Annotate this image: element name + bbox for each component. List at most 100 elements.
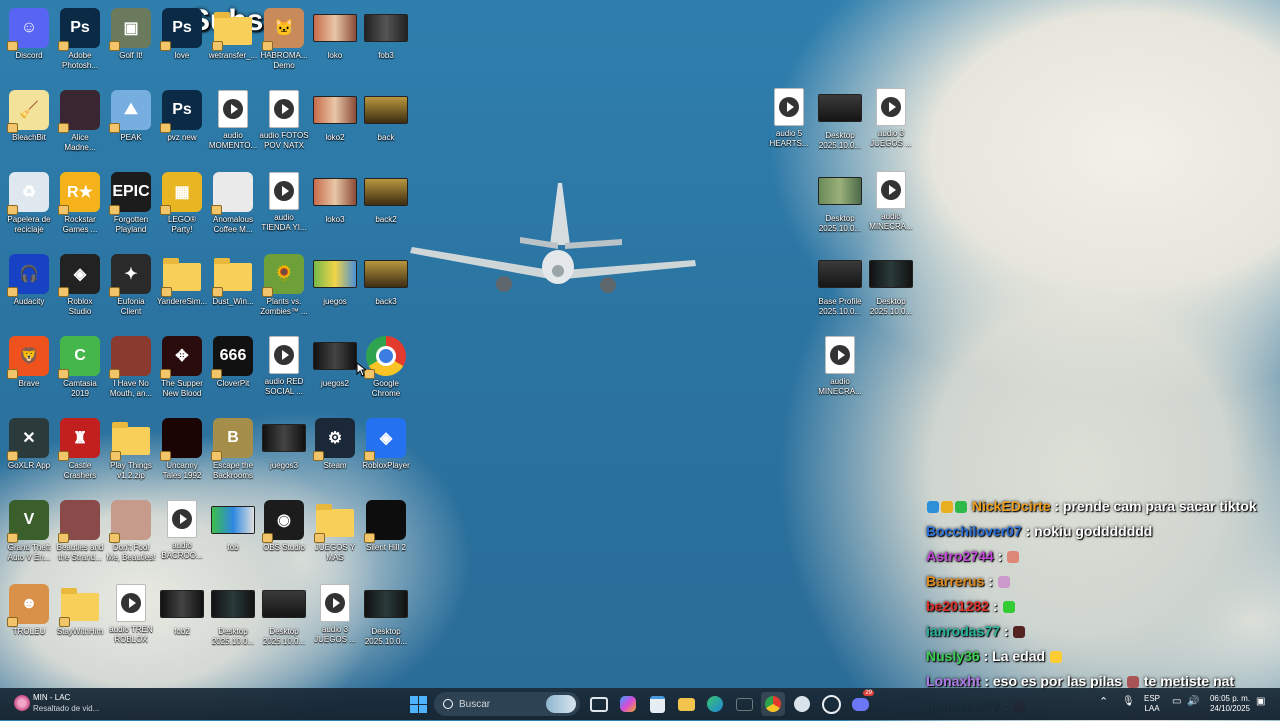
desktop-icon-recycle[interactable]: ♻ Papelera de reciclaje [3, 172, 55, 235]
desktop-icon-anomalous[interactable]: Anomalous Coffee M... [207, 172, 259, 235]
desktop-icon-staywithhim[interactable]: StayWithHim [54, 584, 106, 637]
desktop-icon-back2[interactable]: back2 [360, 172, 412, 225]
desktop-icon-fob[interactable]: fob [207, 500, 259, 553]
desktop-icon-audio_minecra1[interactable]: audio MINECRA... [865, 171, 917, 232]
desktop-icon-escape[interactable]: B Escape the Backrooms [207, 418, 259, 481]
desktop-icon-audio3_b[interactable]: audio 3 JUEGOS ... [865, 88, 917, 149]
desktop-icon-cloverpit[interactable]: 666 CloverPit [207, 336, 259, 389]
desktop-icon-photoshop[interactable]: Ps Adobe Photosh... [54, 8, 106, 71]
copilot-button[interactable] [616, 692, 640, 716]
desktop-icon-loko[interactable]: loko [309, 8, 361, 61]
desktop-icon-playthings[interactable]: Play Things v1.2.zip [105, 418, 157, 481]
desktop-icon-supper[interactable]: ✥ The Supper New Blood [156, 336, 208, 399]
desktop-icon-bleachbit[interactable]: 🧹 BleachBit [3, 90, 55, 143]
desktop-icon-obs[interactable]: ◉ OBS Studio [258, 500, 310, 553]
desktop-icon-fob2[interactable]: fob2 [156, 584, 208, 637]
desktop-icon-loko3[interactable]: loko3 [309, 172, 361, 225]
desktop-icon-fob3[interactable]: fob3 [360, 8, 412, 61]
desktop-icon-audio_bacroo[interactable]: audio BACROO... [156, 500, 208, 561]
edge-button[interactable] [703, 692, 727, 716]
desktop-icon-gta5[interactable]: V Grand Theft Auto V En... [3, 500, 55, 563]
volume-icon[interactable]: 🔊 [1187, 697, 1199, 707]
task-view-icon [590, 696, 608, 712]
desktop-icon-juegos[interactable]: juegos [309, 254, 361, 307]
desktop-icon-desktop_d[interactable]: Desktop 2025.10.0... [814, 171, 866, 234]
desktop-icon-robloxplayer[interactable]: ◈ RobloxPlayer [360, 418, 412, 471]
desktop-icon-chrome[interactable]: Google Chrome [360, 336, 412, 399]
desktop-icon-audio_minecra2[interactable]: audio MINECRA... [814, 336, 866, 397]
chrome-taskbar-button[interactable] [761, 692, 785, 716]
desktop-icon-uncanny[interactable]: Uncanny Tales 1992 [156, 418, 208, 481]
desktop-icon-juegosymas[interactable]: JUEGOS Y MAS [309, 500, 361, 563]
shortcut-arrow-icon [109, 41, 120, 51]
start-button[interactable] [406, 692, 430, 716]
desktop-icon-audio5[interactable]: audio 5 HEARTS... [763, 88, 815, 149]
desktop-icon-alice[interactable]: Alice Madne... [54, 90, 106, 153]
desktop-icon-golf[interactable]: ▣ Golf It! [105, 8, 157, 61]
desktop-icon-audio_tienda[interactable]: audio TIENDA YI... [258, 172, 310, 233]
language-indicator[interactable]: ESP LAA [1140, 694, 1164, 714]
desktop-icon-pvz[interactable]: 🌻 Plants vs. Zombies™ ... [258, 254, 310, 317]
desktop-icon-back[interactable]: back [360, 90, 412, 143]
desktop-icon-wetransfer[interactable]: wetransfer_... [207, 8, 259, 61]
desktop-icon-beauties[interactable]: Beauties and the Strand... [54, 500, 106, 563]
desktop-icon-back3[interactable]: back3 [360, 254, 412, 307]
desktop-icon-yanderesim[interactable]: YandereSim... [156, 254, 208, 307]
desktop-icon-desktop_a2[interactable]: Desktop 2025.10.0... [258, 584, 310, 647]
desktop-icon-castle[interactable]: ♜ Castle Crashers [54, 418, 106, 481]
task-view-button[interactable] [587, 692, 611, 716]
desktop-icon-loko2[interactable]: loko2 [309, 90, 361, 143]
desktop-icon-rockstar[interactable]: R★ Rockstar Games ... [54, 172, 106, 235]
desktop-icon-troleu[interactable]: ☻ TROLEU [3, 584, 55, 637]
desktop-icon-pvznew[interactable]: Ps pvz new [156, 90, 208, 143]
desktop-icon-roblox_studio[interactable]: ◈ Roblox Studio [54, 254, 106, 317]
desktop-icon-silenthill[interactable]: Silent Hill 2 [360, 500, 412, 553]
steam-taskbar-button[interactable] [790, 692, 814, 716]
discord-taskbar-button[interactable]: 29 [848, 690, 874, 716]
desktop-icon-goxlr[interactable]: ✕ GoXLR App [3, 418, 55, 471]
desktop-icon-dustwin[interactable]: Dust_Win... [207, 254, 259, 307]
desktop-icon-label: TROLEU [12, 627, 46, 636]
obs-taskbar-button[interactable] [819, 692, 843, 716]
desktop-icon-audio_fotos[interactable]: audio FOTOS POV NATX [258, 90, 310, 151]
desktop-icon-label: BleachBit [12, 133, 46, 142]
clock[interactable]: 06:05 p. m. 24/10/2025 [1204, 694, 1256, 714]
desktop-icon-desktop_b[interactable]: Desktop 2025.10.0... [360, 584, 412, 647]
desktop-icon-desktop_c[interactable]: Desktop 2025.10.0... [814, 88, 866, 151]
desktop-icon-haboroma[interactable]: 🐱 HABROMA... Demo [258, 8, 310, 71]
obs-icon: ◉ [262, 500, 304, 543]
file-explorer-button[interactable] [674, 692, 698, 716]
desktop-icon-lego[interactable]: ▦ LEGO® Party! [156, 172, 208, 235]
photoshop-icon: Ps [58, 8, 100, 51]
desktop-icon-baseprofile[interactable]: Base Profile 2025.10.0... [814, 254, 866, 317]
desktop-icon-brave[interactable]: 🦁 Brave [3, 336, 55, 389]
desktop-icon-love[interactable]: Ps love [156, 8, 208, 61]
desktop-icon-juegos3[interactable]: juegos3 [258, 418, 310, 471]
desktop-icon-label: Don't Fool Me, Beauties! [106, 543, 156, 562]
store-button[interactable] [645, 692, 669, 716]
desktop-icon-ihavenomouth[interactable]: I Have No Mouth, an... [105, 336, 157, 399]
desktop-icon-juegos2[interactable]: juegos2 [309, 336, 361, 389]
tray-overflow-chevron-icon[interactable]: ⌃ [1099, 697, 1108, 708]
brave-icon: 🦁 [7, 336, 49, 379]
desktop-icon-epic[interactable]: EPIC Forgotten Playland [105, 172, 157, 235]
taskbar-search-box[interactable]: Buscar [434, 692, 580, 716]
desktop-icon-audio3_a[interactable]: audio 3 JUEGOS ... [309, 584, 361, 645]
desktop-icon-discord[interactable]: ☺ Discord [3, 8, 55, 61]
notifications-bell-icon[interactable]: ▣ [1256, 697, 1265, 707]
microphone-icon[interactable]: 🎙 [1122, 697, 1135, 707]
desktop-icon-peak[interactable]: ⛰ PEAK [105, 90, 157, 143]
desktop-icon-eufonia[interactable]: ✦ Eufonia Client [105, 254, 157, 317]
network-icon[interactable]: ▭ [1172, 697, 1181, 707]
desktop-icon-steam[interactable]: ⚙ Steam [309, 418, 361, 471]
desktop-icon-audacity[interactable]: 🎧 Audacity [3, 254, 55, 307]
desktop-icon-desktop_e[interactable]: Desktop 2025.10.0... [865, 254, 917, 317]
desktop-icon-desktop_a1[interactable]: Desktop 2025.10.0... [207, 584, 259, 647]
notification-widget[interactable]: MIN - LAC Resaltado de vid... [12, 693, 122, 715]
desktop-icon-audio_red[interactable]: audio RED SOCIAL ... [258, 336, 310, 397]
desktop-icon-camtasia[interactable]: C Camtasia 2019 [54, 336, 106, 399]
goxlr-taskbar-button[interactable] [732, 692, 756, 716]
desktop-icon-audio_momento[interactable]: audio MOMENTO... [207, 90, 259, 151]
desktop-icon-dontfool[interactable]: Don't Fool Me, Beauties! [105, 500, 157, 563]
desktop-icon-audio_tren[interactable]: audio TREN ROBLOX [105, 584, 157, 645]
